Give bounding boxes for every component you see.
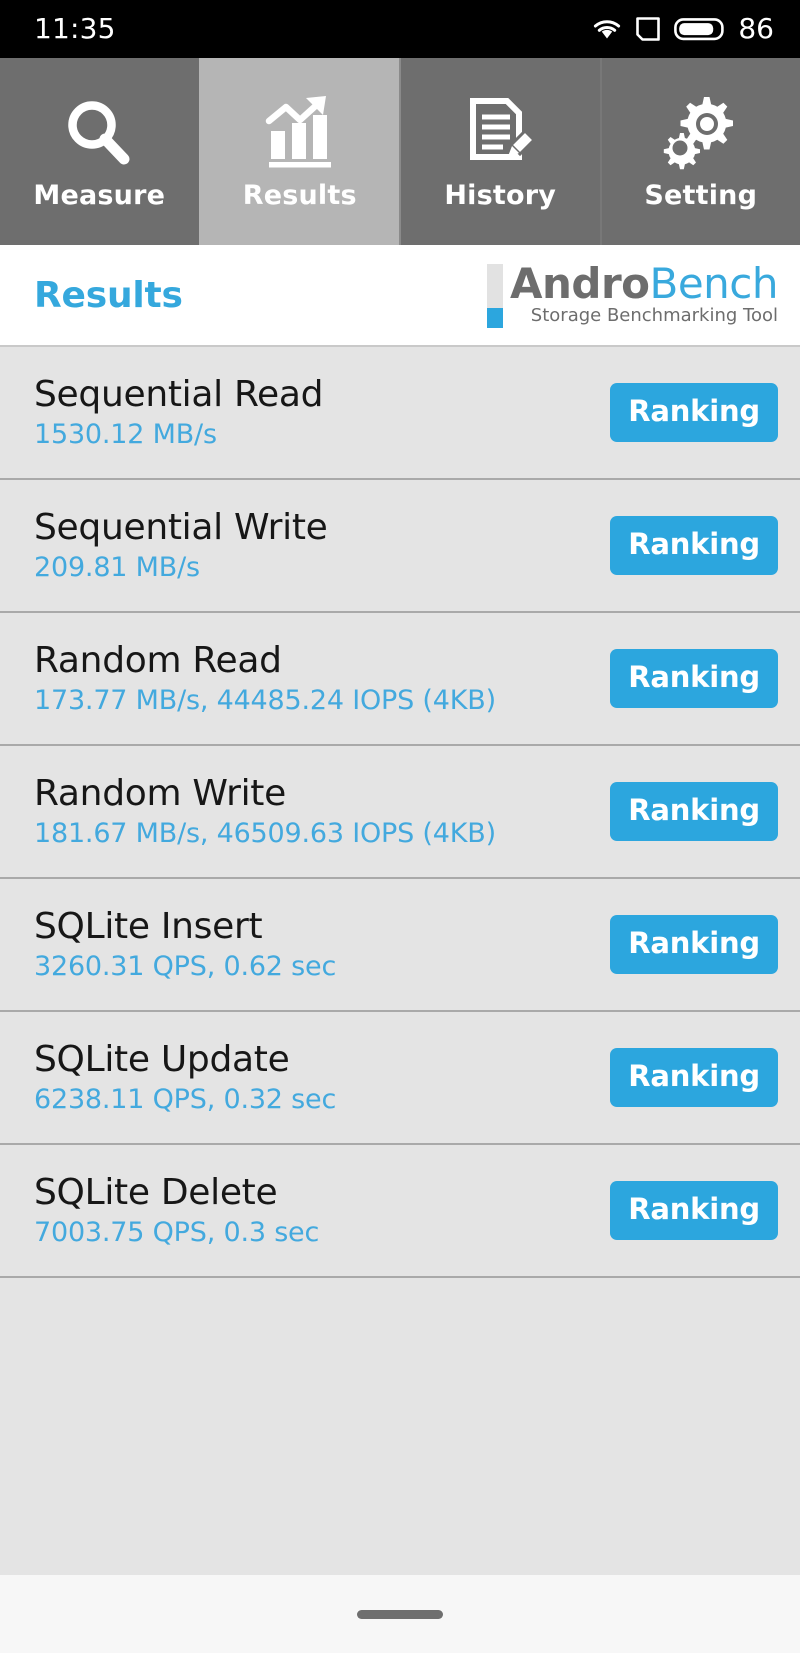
document-pencil-icon [459, 92, 541, 176]
magnifier-icon [58, 92, 140, 176]
bar-chart-trend-icon [259, 92, 341, 176]
ranking-button[interactable]: Ranking [610, 649, 778, 708]
page-title: Results [34, 274, 183, 316]
battery-icon [674, 16, 725, 42]
tab-measure-label: Measure [33, 180, 166, 211]
result-value: 7003.75 QPS, 0.3 sec [34, 1216, 320, 1248]
tab-measure[interactable]: Measure [0, 58, 199, 245]
table-row[interactable]: Sequential Write 209.81 MB/s Ranking [0, 480, 800, 613]
row-texts: Sequential Read 1530.12 MB/s [34, 373, 324, 450]
page-header: Results AndroBench Storage Benchmarking … [0, 245, 800, 345]
ranking-button[interactable]: Ranking [610, 1181, 778, 1240]
table-row[interactable]: Sequential Read 1530.12 MB/s Ranking [0, 347, 800, 480]
results-list: Sequential Read 1530.12 MB/s Ranking Seq… [0, 345, 800, 1575]
battery-percent: 86 [738, 12, 774, 45]
result-title: SQLite Delete [34, 1171, 278, 1213]
tab-bar: Measure Results History Setting [0, 58, 800, 245]
logo-word-andro: Andro [509, 258, 650, 308]
androbench-logo: AndroBench Storage Benchmarking Tool [486, 262, 779, 328]
row-texts: SQLite Update 6238.11 QPS, 0.32 sec [34, 1041, 336, 1114]
result-value: 3260.31 QPS, 0.62 sec [34, 950, 337, 982]
result-title: Random Write [34, 772, 286, 814]
row-texts: Random Write 181.67 MB/s, 46509.63 IOPS … [34, 775, 496, 848]
tab-results[interactable]: Results [198, 58, 399, 245]
logo-subtitle: Storage Benchmarking Tool [530, 304, 778, 326]
ranking-button[interactable]: Ranking [610, 782, 778, 841]
ranking-button[interactable]: Ranking [610, 1048, 778, 1107]
tab-setting[interactable]: Setting [599, 58, 800, 245]
logo-bar-bottom [486, 308, 503, 328]
table-row[interactable]: Random Write 181.67 MB/s, 46509.63 IOPS … [0, 746, 800, 879]
tab-history-label: History [444, 180, 557, 211]
wifi-icon [592, 17, 622, 41]
result-value: 1530.12 MB/s [34, 418, 217, 450]
status-bar-time: 11:35 [34, 12, 116, 45]
result-title: Random Read [34, 639, 282, 681]
result-title: Sequential Read [34, 373, 324, 415]
logo-text: AndroBench Storage Benchmarking Tool [510, 262, 779, 328]
row-texts: Sequential Write 209.81 MB/s [34, 509, 328, 582]
gears-icon [660, 92, 742, 176]
home-gesture-bar[interactable] [357, 1609, 443, 1619]
table-row[interactable]: SQLite Update 6238.11 QPS, 0.32 sec Rank… [0, 1012, 800, 1145]
row-texts: SQLite Insert 3260.31 QPS, 0.62 sec [34, 908, 336, 981]
ranking-button[interactable]: Ranking [610, 915, 778, 974]
status-bar-icons: 86 [592, 15, 774, 43]
logo-accent-bar [486, 264, 503, 328]
tab-results-label: Results [242, 180, 357, 211]
tab-history[interactable]: History [399, 58, 600, 245]
result-value: 6238.11 QPS, 0.32 sec [34, 1083, 337, 1115]
row-texts: SQLite Delete 7003.75 QPS, 0.3 sec [34, 1174, 319, 1247]
status-bar: 11:35 86 [0, 0, 800, 58]
result-value: 181.67 MB/s, 46509.63 IOPS (4KB) [34, 817, 496, 849]
sim-card-icon [635, 16, 661, 42]
ranking-button[interactable]: Ranking [610, 383, 778, 442]
row-texts: Random Read 173.77 MB/s, 44485.24 IOPS (… [34, 642, 496, 715]
result-title: SQLite Insert [34, 905, 263, 947]
table-row[interactable]: SQLite Delete 7003.75 QPS, 0.3 sec Ranki… [0, 1145, 800, 1278]
result-title: Sequential Write [34, 506, 328, 548]
app-window: 11:35 86 Measure Results History Setting… [0, 0, 800, 1653]
tab-setting-label: Setting [644, 180, 758, 211]
result-value: 173.77 MB/s, 44485.24 IOPS (4KB) [34, 684, 496, 716]
ranking-button[interactable]: Ranking [610, 516, 778, 575]
logo-word-bench: Bench [649, 258, 779, 308]
table-row[interactable]: SQLite Insert 3260.31 QPS, 0.62 sec Rank… [0, 879, 800, 1012]
navigation-bar [0, 1575, 800, 1653]
logo-wordmark: AndroBench [510, 262, 779, 304]
result-value: 209.81 MB/s [34, 551, 200, 583]
logo-bar-top [486, 264, 503, 308]
table-row[interactable]: Random Read 173.77 MB/s, 44485.24 IOPS (… [0, 613, 800, 746]
result-title: SQLite Update [34, 1038, 290, 1080]
